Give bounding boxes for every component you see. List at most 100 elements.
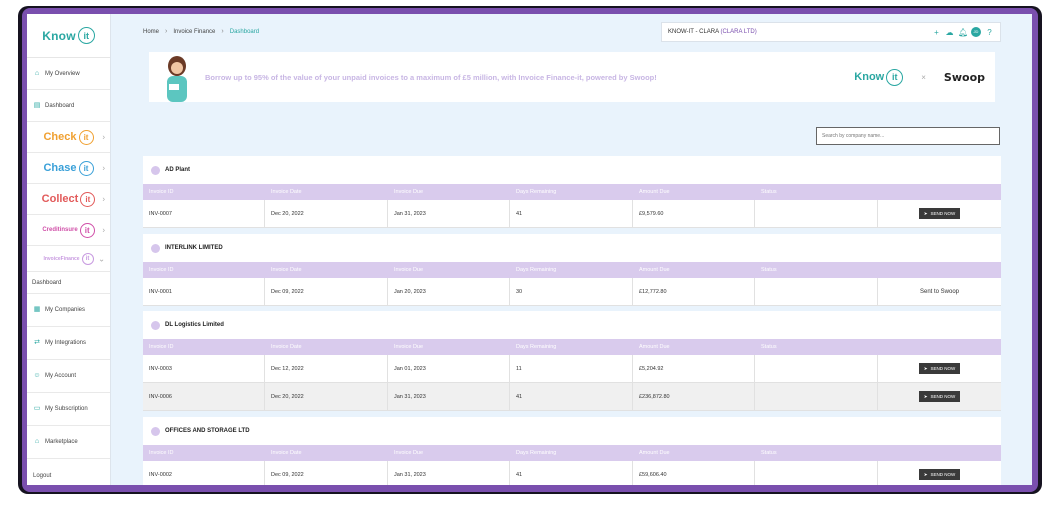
action-cell: Sent to Swoop: [878, 278, 1001, 305]
group-header[interactable]: AD Plant: [143, 156, 1001, 184]
column-header: Invoice Due: [394, 450, 424, 456]
app-screen: Know it ⌂ My Overview ▤ Dashboard Check …: [27, 14, 1032, 485]
breadcrumb-invoice-finance[interactable]: Invoice Finance: [173, 29, 215, 35]
column-header: Days Remaining: [516, 344, 557, 350]
brand-name: Collect: [41, 193, 79, 205]
plus-icon[interactable]: +: [932, 28, 941, 37]
bell-icon[interactable]: 🔔︎: [958, 28, 968, 37]
sidebar-item-invoicefinanceit[interactable]: InvoiceFinance it ⌄: [27, 246, 110, 272]
sidebar-item-my-overview[interactable]: ⌂ My Overview: [27, 58, 110, 90]
column-header: Days Remaining: [516, 189, 557, 195]
send-now-label: SEND NOW: [930, 366, 956, 371]
invoice-id: INV-0001: [143, 278, 265, 305]
days-remaining: 30: [510, 278, 633, 305]
amount-due: £12,772.80: [633, 278, 755, 305]
chevron-right-icon: ›: [102, 132, 105, 142]
group-header[interactable]: OFFICES AND STORAGE LTD: [143, 417, 1001, 445]
column-header: Amount Due: [639, 344, 670, 350]
company-name: AD Plant: [165, 167, 191, 173]
brand-mark: it: [79, 222, 95, 238]
sidebar-item-my-account[interactable]: ☺ My Account: [27, 360, 110, 393]
days-remaining: 41: [510, 200, 633, 227]
company-icon: [151, 426, 160, 436]
sidebar-item-collectit[interactable]: Collect it ›: [27, 184, 110, 215]
sidebar-item-dashboard[interactable]: ▤ Dashboard: [27, 90, 110, 122]
help-icon[interactable]: ?: [985, 28, 994, 37]
column-header: Status: [761, 189, 777, 195]
column-header: Amount Due: [639, 450, 670, 456]
column-header: Invoice Date: [271, 189, 302, 195]
company-name: DL Logistics Limited: [165, 322, 224, 328]
invoice-due: Jan 31, 2023: [388, 461, 510, 485]
invoice-id: INV-0007: [143, 200, 265, 227]
sidebar-item-my-integrations[interactable]: ⇄ My Integrations: [27, 327, 110, 360]
send-now-button[interactable]: ➤ SEND NOW: [918, 469, 961, 480]
sidebar-item-label: My Integrations: [45, 340, 87, 346]
sidebar-item-dashboard[interactable]: Dashboard: [27, 272, 110, 294]
company-name: KNOW-IT - CLARA: [668, 29, 719, 35]
column-header: Amount Due: [639, 189, 670, 195]
brand-mark: it: [80, 191, 96, 207]
status: [755, 278, 878, 305]
column-header: Invoice ID: [149, 189, 174, 195]
company-legal-name: (CLARA LTD): [720, 29, 757, 35]
sidebar-item-label: Dashboard: [32, 279, 62, 286]
chevron-right-icon: ›: [102, 225, 105, 235]
sidebar-item-marketplace[interactable]: ⌂ Marketplace: [27, 426, 110, 459]
chevron-right-icon: ›: [221, 28, 224, 35]
cloud-icon[interactable]: ☁: [945, 28, 954, 37]
send-now-label: SEND NOW: [930, 394, 956, 399]
group-header[interactable]: INTERLINK LIMITED: [143, 234, 1001, 262]
avatar[interactable]: JD: [971, 27, 981, 37]
amount-due: £5,204.92: [633, 355, 755, 382]
action-cell: ➤ SEND NOW: [878, 200, 1001, 227]
send-now-button[interactable]: ➤ SEND NOW: [918, 208, 961, 219]
send-now-button[interactable]: ➤ SEND NOW: [918, 363, 961, 374]
send-now-button[interactable]: ➤ SEND NOW: [918, 391, 961, 402]
sidebar-item-label: My Subscription: [45, 406, 88, 412]
send-now-label: SEND NOW: [930, 211, 956, 216]
logo-mark: it: [77, 27, 95, 44]
company-selector[interactable]: KNOW-IT - CLARA (CLARA LTD): [668, 29, 928, 35]
column-header: [878, 262, 1001, 278]
company-icon: [151, 243, 160, 253]
brand-name: InvoiceFinance: [43, 255, 80, 262]
sidebar-item-logout[interactable]: Logout: [27, 459, 110, 485]
table-row: INV-0003 Dec 12, 2022 Jan 01, 2023 11 £5…: [143, 355, 1001, 383]
days-remaining: 41: [510, 383, 633, 410]
column-header: Invoice ID: [149, 450, 174, 456]
invoice-due: Jan 31, 2023: [388, 200, 510, 227]
logo-text: Know: [42, 28, 76, 43]
column-header: Invoice Date: [271, 267, 302, 273]
column-header: [878, 184, 1001, 200]
send-now-label: SEND NOW: [930, 472, 956, 477]
status: [755, 461, 878, 485]
app-logo[interactable]: Know it: [27, 14, 110, 58]
invoice-date: Dec 20, 2022: [265, 383, 388, 410]
invoice-id: INV-0002: [143, 461, 265, 485]
account-icon: ☺: [33, 372, 41, 379]
dashboard-icon: ▤: [33, 101, 41, 109]
brand-mark: it: [78, 160, 94, 176]
company-group: OFFICES AND STORAGE LTD Invoice ID Invoi…: [143, 417, 1001, 485]
home-icon: ⌂: [34, 69, 40, 77]
company-name: INTERLINK LIMITED: [165, 245, 223, 251]
sidebar-item-checkit[interactable]: Check it ›: [27, 122, 110, 153]
amount-due: £9,579.60: [633, 200, 755, 227]
column-header: Invoice Due: [394, 189, 424, 195]
sidebar-item-my-subscription[interactable]: ▭ My Subscription: [27, 393, 110, 426]
breadcrumb-home[interactable]: Home: [143, 29, 159, 35]
search-input[interactable]: Search by company name...: [816, 127, 1000, 145]
sidebar-item-label: Marketplace: [45, 439, 78, 445]
integrations-icon: ⇄: [34, 339, 40, 346]
banner-text: Borrow up to 95% of the value of your un…: [205, 72, 657, 82]
sidebar-item-chaseit[interactable]: Chase it ›: [27, 153, 110, 184]
brand-name: Chase: [43, 162, 77, 174]
swoop-logo: Swoop: [943, 70, 985, 84]
invoice-due: Jan 20, 2023: [388, 278, 510, 305]
company-name: OFFICES AND STORAGE LTD: [165, 428, 250, 434]
sidebar-item-my-companies[interactable]: ▦ My Companies: [27, 294, 110, 327]
invoice-due: Jan 01, 2023: [388, 355, 510, 382]
group-header[interactable]: DL Logistics Limited: [143, 311, 1001, 339]
sidebar-item-creditinsureit[interactable]: Creditinsure it ›: [27, 215, 110, 246]
